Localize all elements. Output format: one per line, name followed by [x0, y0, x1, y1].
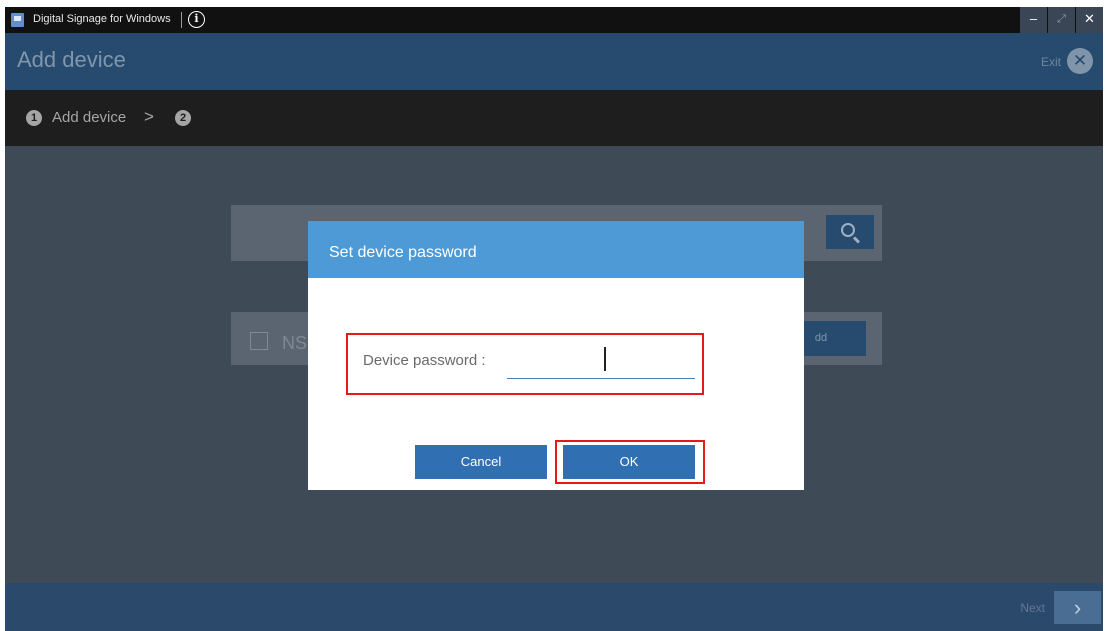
close-window-button[interactable]: ✕ — [1076, 7, 1103, 33]
step-1-number: 1 — [26, 110, 42, 126]
close-circle-icon[interactable]: ✕ — [1067, 48, 1093, 74]
exit-label[interactable]: Exit — [1041, 55, 1061, 69]
step-chevron-icon: > — [144, 107, 154, 126]
step-indicator: 1 Add device > 2 — [5, 90, 1103, 146]
next-button[interactable]: › — [1054, 591, 1101, 624]
next-label: Next — [1020, 601, 1045, 615]
step-2-number: 2 — [175, 110, 191, 126]
digital-signage-app-icon — [11, 13, 24, 27]
info-icon[interactable]: i — [188, 11, 205, 28]
window-controls: – ⤢ ✕ — [1019, 7, 1103, 33]
minimize-button[interactable]: – — [1020, 7, 1047, 33]
dialog-header: Set device password — [308, 221, 804, 278]
cancel-button[interactable]: Cancel — [415, 445, 547, 479]
search-icon — [841, 223, 855, 237]
footer-bar: Next › — [5, 583, 1103, 631]
set-password-dialog: Set device password Device password : Ca… — [308, 221, 804, 490]
page-title: Add device — [17, 47, 126, 72]
password-field-highlight — [346, 333, 704, 395]
ok-button-highlight — [555, 440, 705, 484]
page-header: Add device Exit ✕ — [5, 33, 1103, 90]
title-bar: Digital Signage for Windows i – ⤢ ✕ — [5, 7, 1103, 33]
step-1-label: Add device — [52, 109, 127, 126]
device-checkbox[interactable] — [250, 332, 268, 350]
app-title: Digital Signage for Windows — [33, 13, 171, 25]
restore-button[interactable]: ⤢ — [1048, 7, 1075, 33]
search-button[interactable] — [826, 215, 874, 249]
title-separator — [181, 12, 182, 28]
dialog-title: Set device password — [329, 244, 477, 261]
